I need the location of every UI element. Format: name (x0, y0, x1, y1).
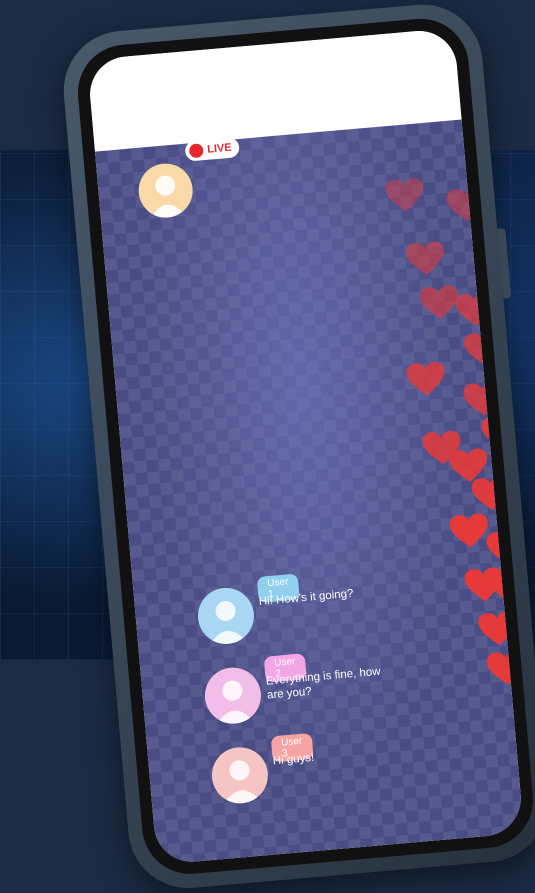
heart-icon (455, 292, 494, 326)
live-dot-icon (188, 143, 204, 159)
live-label: LIVE (206, 141, 233, 156)
heart-icon (495, 574, 524, 609)
phone-bezel: 11:45 LIVE User 1 Hi! How's it going? Us… (73, 14, 535, 878)
chat-bubble-icon (284, 83, 312, 109)
heart-icon (486, 530, 524, 565)
phone-screen: 11:45 LIVE User 1 Hi! How's it going? Us… (86, 27, 524, 865)
heart-icon (508, 613, 524, 648)
wifi-icon (334, 79, 364, 103)
heart-icon (464, 331, 502, 366)
heart-icon (385, 177, 424, 212)
heart-icon (463, 381, 502, 416)
heart-icon (522, 652, 524, 687)
heart-icon (405, 241, 444, 276)
heart-icon (471, 476, 510, 511)
status-time: 11:45 (114, 115, 168, 142)
phone-frame: 11:45 LIVE User 1 Hi! How's it going? Us… (58, 0, 535, 893)
battery-icon (411, 66, 453, 94)
signal-icon (374, 76, 404, 100)
heart-icon (478, 611, 517, 646)
heart-icon (406, 361, 445, 396)
heart-icon (446, 187, 485, 222)
heart-icon (486, 650, 524, 685)
mail-icon (240, 86, 274, 112)
